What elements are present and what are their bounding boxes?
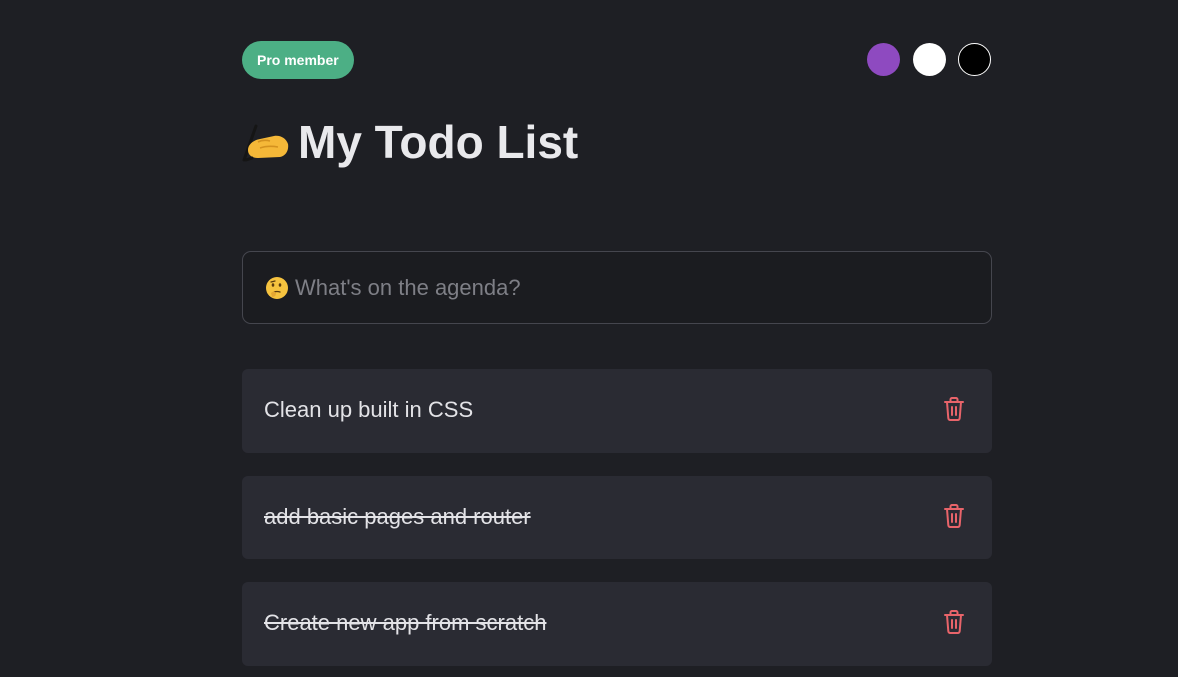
todo-item[interactable]: Clean up built in CSS <box>242 369 992 453</box>
theme-black-swatch[interactable] <box>958 43 991 76</box>
todo-item-text[interactable]: Clean up built in CSS <box>264 369 473 451</box>
trash-icon[interactable] <box>942 609 966 635</box>
theme-purple-swatch[interactable] <box>867 43 900 76</box>
todo-item-text[interactable]: Create new app from scratch <box>264 582 546 664</box>
new-todo-field[interactable] <box>242 251 992 324</box>
page-title: My Todo List <box>242 112 578 172</box>
todo-item-text[interactable]: add basic pages and router <box>264 476 531 558</box>
todo-item[interactable]: add basic pages and router <box>242 476 992 559</box>
new-todo-input[interactable] <box>295 252 975 323</box>
page-title-text: My Todo List <box>298 116 579 168</box>
todo-item[interactable]: Create new app from scratch <box>242 582 992 666</box>
top-bar: Pro member <box>242 41 992 79</box>
writing-hand-icon <box>242 118 290 162</box>
trash-icon[interactable] <box>942 503 966 529</box>
pro-member-badge: Pro member <box>242 41 354 79</box>
todo-app: Pro member My Todo List What's on the ag… <box>0 0 1178 677</box>
trash-icon[interactable] <box>942 396 966 422</box>
thinking-face-icon <box>265 276 289 300</box>
theme-white-swatch[interactable] <box>913 43 946 76</box>
